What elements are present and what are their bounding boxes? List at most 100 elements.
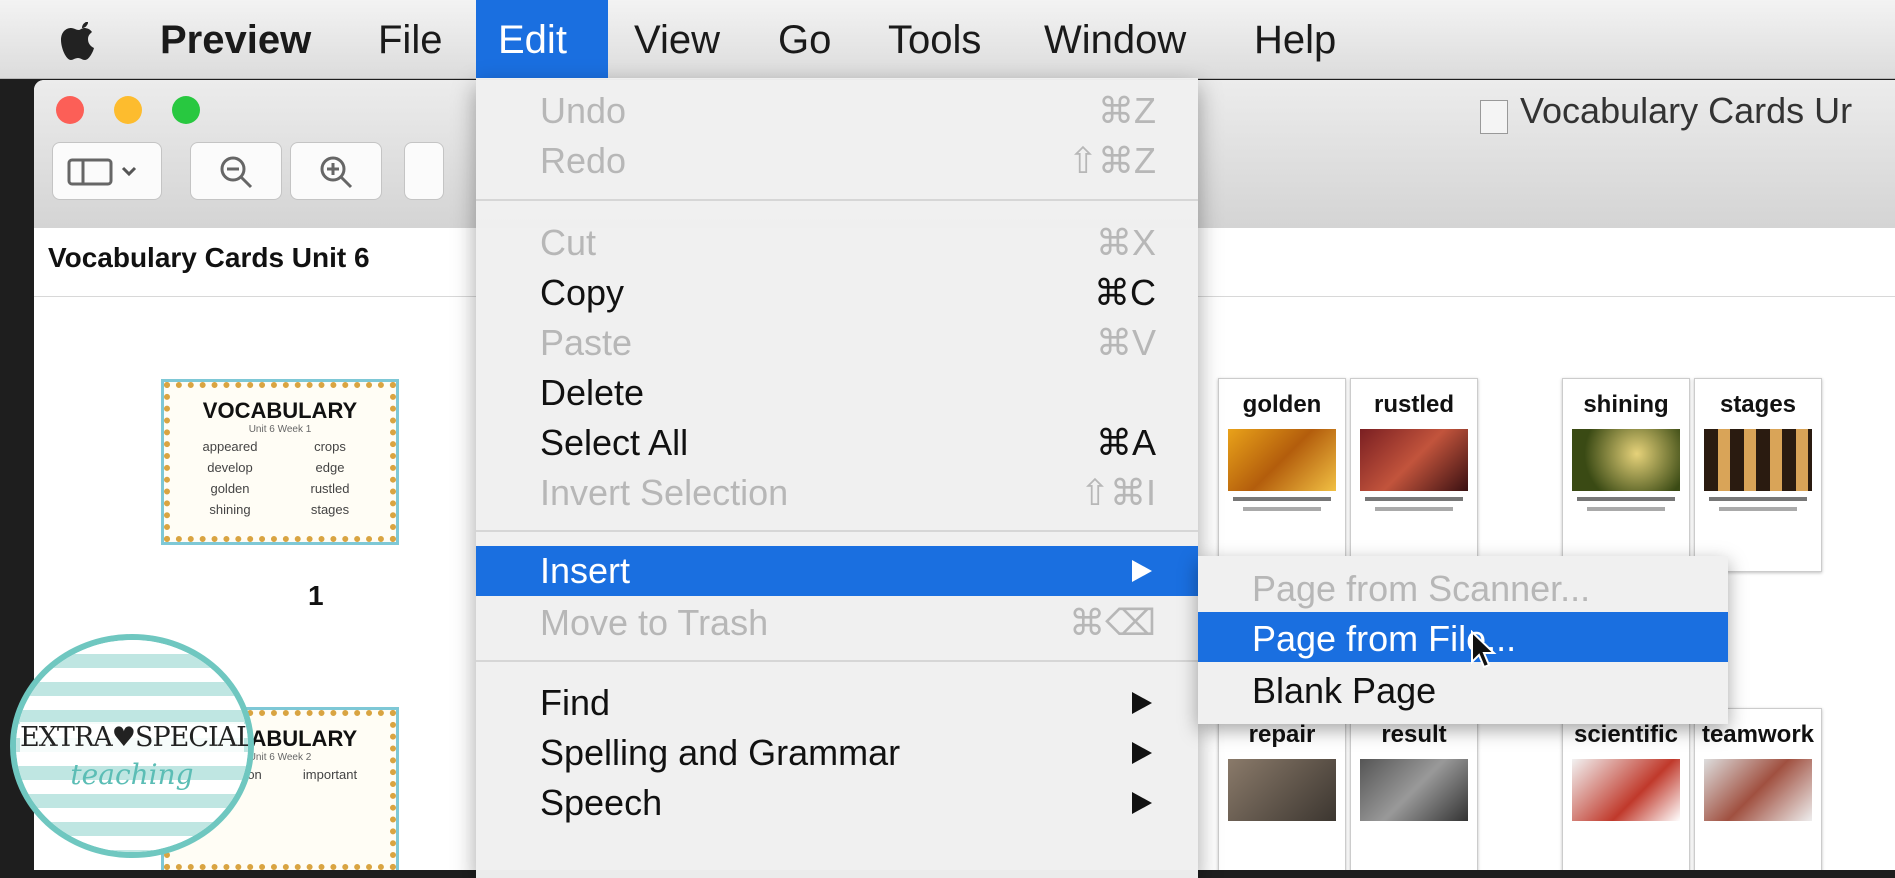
menu-view[interactable]: View (612, 0, 742, 78)
page-thumbnail-shining[interactable]: shining (1562, 378, 1690, 572)
menu-item-shortcut: ⇧⌘Z (1067, 140, 1156, 181)
menu-item-shortcut: ⌘C (1094, 272, 1156, 313)
menu-item-speech[interactable]: Speech (476, 778, 1198, 826)
menu-item-shortcut: ⌘A (1095, 422, 1156, 463)
close-button[interactable] (56, 96, 84, 124)
menu-item-paste[interactable]: Paste ⌘V (476, 318, 1198, 366)
menu-item-insert[interactable]: Insert (476, 546, 1198, 596)
menu-item-delete[interactable]: Delete (476, 368, 1198, 416)
sidebar-icon (67, 158, 137, 186)
menu-item-label: Insert (540, 550, 631, 591)
menu-item-shortcut: ⇧⌘I (1079, 472, 1156, 513)
menu-item-undo[interactable]: Undo ⌘Z (476, 86, 1198, 134)
insert-submenu: Page from Scanner... Page from File... B… (1198, 556, 1728, 724)
card-word: rustled (1373, 391, 1454, 418)
document-icon (1480, 100, 1508, 134)
menu-item-label: Page from Scanner... (1252, 568, 1591, 609)
menu-item-label: Select All (540, 422, 689, 463)
menu-preview[interactable]: Preview (138, 0, 333, 78)
menu-item-blank-page[interactable]: Blank Page (1198, 664, 1728, 714)
card-sentence (1719, 507, 1797, 511)
vocab-word: golden (210, 481, 250, 496)
zoom-in-button[interactable] (290, 142, 382, 200)
menu-item-label: Undo (540, 90, 627, 131)
menu-item-page-from-file[interactable]: Page from File... (1198, 612, 1728, 662)
card-word: shining (1583, 391, 1669, 418)
menu-item-select-all[interactable]: Select All ⌘A (476, 418, 1198, 466)
page-thumbnail-repair[interactable]: repair (1218, 708, 1346, 870)
minimize-button[interactable] (114, 96, 142, 124)
menu-item-invert-selection[interactable]: Invert Selection ⇧⌘I (476, 468, 1198, 516)
card-definition (1365, 497, 1463, 501)
vocab-word: appeared (202, 439, 258, 454)
edit-menu: Undo ⌘Z Redo ⇧⌘Z Cut ⌘X Copy ⌘C Paste ⌘V… (476, 78, 1198, 878)
watermark-text: EXTRA♥SPECIAL (20, 722, 248, 753)
card-word: stages (1719, 391, 1797, 418)
menu-help[interactable]: Help (1232, 0, 1358, 78)
menu-window[interactable]: Window (1022, 0, 1208, 78)
card-word: result (1381, 721, 1447, 748)
zoom-out-icon (220, 156, 253, 189)
menu-item-label: Speech (540, 782, 663, 823)
card-photo (1360, 759, 1468, 821)
card-photo (1228, 429, 1336, 491)
menu-tools[interactable]: Tools (866, 0, 1003, 78)
card-photo (1704, 429, 1812, 491)
card-sentence (1243, 507, 1321, 511)
menu-separator (476, 660, 1198, 662)
page-thumbnail-stages[interactable]: stages (1694, 378, 1822, 572)
submenu-arrow-icon (1132, 692, 1152, 714)
vocab-word: develop (207, 460, 253, 475)
menu-item-shortcut: ⌘X (1095, 222, 1156, 263)
menu-item-label: Cut (540, 222, 597, 263)
vocab-word: crops (314, 439, 346, 454)
page-thumbnail-golden[interactable]: golden (1218, 378, 1346, 572)
card-definition (1709, 497, 1807, 501)
submenu-arrow-icon (1132, 792, 1152, 814)
page-thumbnail-1[interactable]: VOCABULARY Unit 6 Week 1 appeared crops … (161, 379, 399, 545)
page-thumbnail-scientific[interactable]: scientific (1562, 708, 1690, 870)
apple-logo-icon[interactable] (58, 18, 100, 62)
menu-item-cut[interactable]: Cut ⌘X (476, 218, 1198, 266)
vocab-word: rustled (310, 481, 350, 496)
mouse-pointer-icon (1471, 630, 1497, 669)
card-definition (1233, 497, 1331, 501)
menu-edit[interactable]: Edit (476, 0, 608, 78)
menu-item-spelling-and-grammar[interactable]: Spelling and Grammar (476, 728, 1198, 776)
page-number: 1 (308, 580, 324, 611)
menu-item-page-from-scanner[interactable]: Page from Scanner... (1198, 562, 1728, 612)
menu-item-label: Copy (540, 272, 625, 313)
menu-separator (476, 530, 1198, 532)
menu-item-label: Spelling and Grammar (540, 732, 901, 773)
window-title: Vocabulary Cards Ur (1520, 90, 1853, 131)
zoom-button[interactable] (172, 96, 200, 124)
card-word: scientific (1573, 721, 1679, 748)
card-photo (1704, 759, 1812, 821)
sidebar-toggle-button[interactable] (52, 142, 162, 200)
menu-item-shortcut: ⌘Z (1098, 90, 1156, 131)
card-word: golden (1242, 391, 1322, 418)
card-word: teamwork (1701, 721, 1815, 748)
share-button[interactable] (404, 142, 444, 200)
menu-file[interactable]: File (356, 0, 464, 78)
menu-item-copy[interactable]: Copy ⌘C (476, 268, 1198, 316)
zoom-out-button[interactable] (190, 142, 282, 200)
menu-item-label: Blank Page (1252, 670, 1437, 711)
menu-go[interactable]: Go (756, 0, 853, 78)
menu-item-label: Invert Selection (540, 472, 789, 513)
menu-item-find[interactable]: Find (476, 678, 1198, 726)
watermark-logo: EXTRA♥SPECIAL teaching (16, 640, 248, 852)
menu-item-label: Find (540, 682, 611, 723)
menu-item-redo[interactable]: Redo ⇧⌘Z (476, 136, 1198, 184)
menu-item-label: Delete (540, 372, 645, 413)
page-thumbnail-rustled[interactable]: rustled (1350, 378, 1478, 572)
menu-item-label: Paste (540, 322, 633, 363)
menu-separator (476, 199, 1198, 201)
card-photo (1572, 429, 1680, 491)
card-photo (1572, 759, 1680, 821)
page-thumbnail-teamwork[interactable]: teamwork (1694, 708, 1822, 870)
card-sentence (1375, 507, 1453, 511)
page-thumbnail-result[interactable]: result (1350, 708, 1478, 870)
zoom-in-icon (320, 156, 353, 189)
menu-item-move-to-trash[interactable]: Move to Trash ⌘⌫ (476, 598, 1198, 646)
